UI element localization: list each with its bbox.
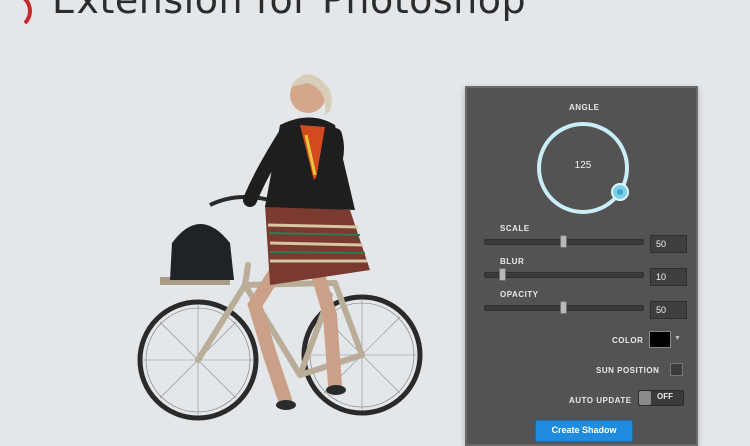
- blur-input[interactable]: 10: [650, 268, 687, 286]
- sun-position-checkbox[interactable]: [670, 363, 683, 376]
- opacity-label: OPACITY: [500, 290, 539, 299]
- logo-mark: [0, 0, 32, 30]
- create-shadow-button[interactable]: Create Shadow: [535, 420, 633, 442]
- auto-update-label: AUTO UPDATE: [569, 396, 632, 405]
- auto-update-toggle[interactable]: OFF: [638, 390, 684, 406]
- blur-slider-thumb[interactable]: [499, 268, 507, 281]
- opacity-input[interactable]: 50: [650, 301, 687, 319]
- angle-value[interactable]: 125: [535, 160, 631, 171]
- dropdown-caret-icon[interactable]: ▼: [674, 335, 681, 342]
- shadow-settings-panel: ANGLE 125 SCALE 50 BLUR 10 OPACITY 50 CO…: [465, 86, 698, 446]
- scale-slider-thumb[interactable]: [559, 235, 567, 248]
- blur-slider[interactable]: [484, 272, 644, 278]
- angle-label: ANGLE: [569, 103, 600, 112]
- page-title: Extension for Photoshop: [52, 0, 527, 22]
- toggle-switch-icon: [639, 391, 651, 405]
- color-label: COLOR: [612, 336, 644, 345]
- blur-label: BLUR: [500, 257, 525, 266]
- scale-label: SCALE: [500, 224, 530, 233]
- sun-position-label: SUN POSITION: [596, 366, 660, 375]
- opacity-slider-thumb[interactable]: [559, 301, 567, 314]
- auto-update-state: OFF: [657, 392, 673, 401]
- color-swatch[interactable]: [649, 331, 671, 348]
- product-photo-cyclist: [137, 74, 423, 421]
- scale-input[interactable]: 50: [650, 235, 687, 253]
